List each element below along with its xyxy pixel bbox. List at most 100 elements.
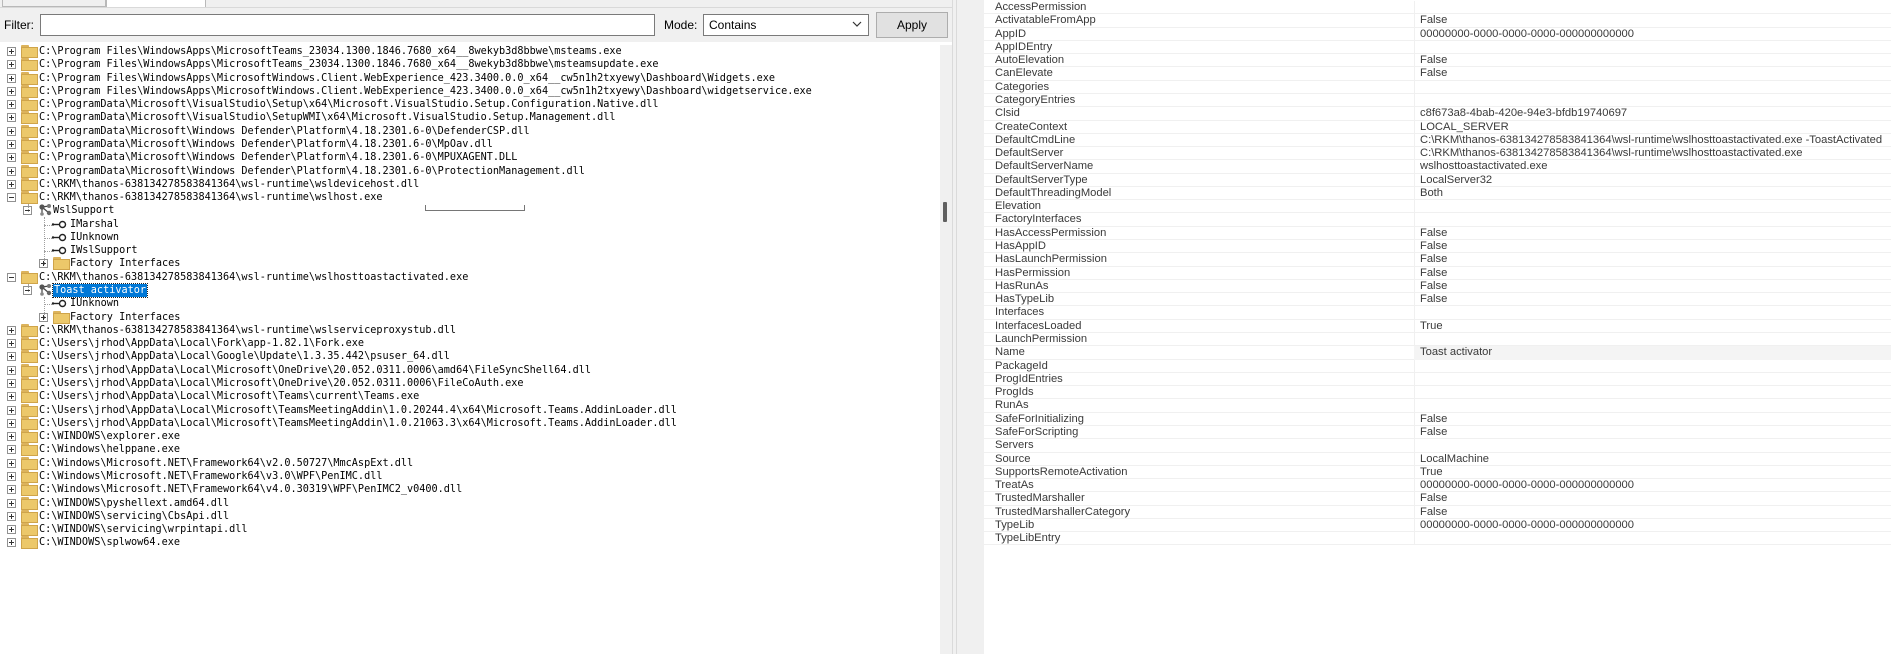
class-tree[interactable]: C:\Program Files\WindowsApps\MicrosoftTe… bbox=[0, 45, 940, 654]
property-row[interactable]: SafeForScripting False bbox=[984, 425, 1891, 440]
expand-icon[interactable] bbox=[7, 179, 16, 189]
property-row[interactable]: InterfacesLoaded True bbox=[984, 319, 1891, 333]
mode-select[interactable]: Contains bbox=[703, 14, 869, 36]
property-row[interactable]: ActivatableFromApp False bbox=[984, 14, 1891, 28]
folder-icon bbox=[21, 509, 39, 523]
property-name: HasAccessPermission bbox=[995, 226, 1107, 239]
property-row[interactable]: FactoryInterfaces bbox=[984, 213, 1891, 227]
expand-icon[interactable] bbox=[7, 139, 16, 149]
property-row[interactable]: HasRunAs False bbox=[984, 279, 1891, 294]
property-value-cell bbox=[1415, 426, 1891, 439]
expand-icon[interactable] bbox=[7, 511, 16, 521]
property-row[interactable]: Elevation bbox=[984, 200, 1891, 214]
expand-icon[interactable] bbox=[7, 392, 16, 402]
property-row[interactable]: AppIDEntry bbox=[984, 40, 1891, 55]
property-row[interactable]: SafeForInitializing False bbox=[984, 412, 1891, 426]
property-row[interactable]: TrustedMarshallerCategory False bbox=[984, 505, 1891, 519]
expand-icon[interactable] bbox=[7, 100, 16, 110]
collapse-icon[interactable] bbox=[7, 272, 16, 282]
property-name: ActivatableFromApp bbox=[995, 14, 1096, 27]
expand-icon[interactable] bbox=[7, 153, 16, 163]
property-row[interactable]: ProgIdEntries bbox=[984, 372, 1891, 387]
expand-icon[interactable] bbox=[7, 60, 16, 70]
folder-icon bbox=[21, 523, 39, 537]
tree-scrollbar[interactable] bbox=[940, 45, 952, 654]
property-row[interactable]: Name Toast activator bbox=[984, 346, 1891, 360]
property-column-divider bbox=[1414, 439, 1415, 453]
expand-icon[interactable] bbox=[7, 166, 16, 176]
tree-row-label: C:\ProgramData\Microsoft\Windows Defende… bbox=[39, 138, 493, 150]
expand-icon[interactable] bbox=[7, 113, 16, 123]
filter-input[interactable] bbox=[40, 14, 655, 36]
property-row[interactable]: TreatAs 00000000-0000-0000-0000-000000000… bbox=[984, 479, 1891, 493]
expand-icon[interactable] bbox=[7, 405, 16, 415]
tree-scrollbar-thumb[interactable] bbox=[943, 202, 947, 222]
expand-icon[interactable] bbox=[7, 525, 16, 535]
property-row[interactable]: HasLaunchPermission False bbox=[984, 253, 1891, 267]
expand-icon[interactable] bbox=[7, 339, 16, 349]
property-name: TrustedMarshallerCategory bbox=[995, 505, 1131, 518]
expand-icon[interactable] bbox=[7, 73, 16, 83]
expand-icon[interactable] bbox=[7, 325, 16, 335]
expand-icon[interactable] bbox=[7, 498, 16, 508]
folder-icon bbox=[21, 469, 39, 483]
expand-icon[interactable] bbox=[7, 47, 16, 56]
property-row[interactable]: SupportsRemoteActivation True bbox=[984, 465, 1891, 480]
expand-icon[interactable] bbox=[7, 365, 16, 375]
property-row[interactable]: HasAccessPermission False bbox=[984, 226, 1891, 241]
property-value: c8f673a8-4bab-420e-94e3-bfdb19740697 bbox=[1420, 107, 1628, 120]
expand-icon[interactable] bbox=[7, 126, 16, 136]
tab-previous[interactable] bbox=[2, 0, 106, 7]
property-row[interactable]: Categories bbox=[984, 80, 1891, 94]
property-row[interactable]: CanElevate False bbox=[984, 67, 1891, 81]
property-row[interactable]: DefaultServer C:\RKM\thanos-6381342785838… bbox=[984, 147, 1891, 161]
property-row[interactable]: DefaultThreadingModel Both bbox=[984, 186, 1891, 201]
property-value-cell bbox=[1415, 413, 1891, 426]
property-name: TypeLib bbox=[995, 518, 1035, 531]
property-row[interactable]: CategoryEntries bbox=[984, 93, 1891, 108]
property-value-cell bbox=[1415, 1, 1891, 14]
property-name: LaunchPermission bbox=[995, 333, 1088, 345]
property-row[interactable]: PackageId bbox=[984, 359, 1891, 373]
property-row[interactable]: CreateContext LOCAL_SERVER bbox=[984, 120, 1891, 134]
property-row[interactable]: AutoElevation False bbox=[984, 54, 1891, 68]
property-row[interactable]: Servers bbox=[984, 439, 1891, 453]
tab-current[interactable] bbox=[106, 0, 206, 7]
property-row[interactable]: ProgIds bbox=[984, 386, 1891, 400]
property-value-cell bbox=[1415, 67, 1891, 80]
property-row[interactable]: Source LocalMachine bbox=[984, 452, 1891, 466]
collapse-icon[interactable] bbox=[7, 193, 16, 203]
property-row[interactable]: RunAs bbox=[984, 399, 1891, 413]
tree-row[interactable]: C:\WINDOWS\splwow64.exe bbox=[0, 536, 940, 552]
property-row[interactable]: Clsid c8f673a8-4bab-420e-94e3-bfdb1974069… bbox=[984, 107, 1891, 121]
expand-icon[interactable] bbox=[7, 445, 16, 455]
property-value: False bbox=[1420, 14, 1448, 27]
expand-icon[interactable] bbox=[7, 471, 16, 481]
property-row[interactable]: DefaultCmdLine C:\RKM\thanos-638134278583… bbox=[984, 133, 1891, 148]
property-row[interactable]: AppID 00000000-0000-0000-0000-00000000000… bbox=[984, 27, 1891, 41]
property-value-cell bbox=[1415, 506, 1891, 519]
property-row[interactable]: HasTypeLib False bbox=[984, 293, 1891, 307]
apply-button[interactable]: Apply bbox=[876, 12, 948, 38]
property-row[interactable]: HasPermission False bbox=[984, 266, 1891, 280]
property-row[interactable]: DefaultServerName wslhosttoastactivated.e… bbox=[984, 160, 1891, 174]
property-row[interactable]: TypeLib 00000000-0000-0000-0000-000000000… bbox=[984, 518, 1891, 533]
expand-icon[interactable] bbox=[7, 86, 16, 96]
property-row[interactable]: LaunchPermission bbox=[984, 333, 1891, 347]
expand-icon[interactable] bbox=[7, 418, 16, 428]
expand-icon[interactable] bbox=[7, 538, 16, 548]
expand-icon[interactable] bbox=[7, 485, 16, 495]
expand-icon[interactable] bbox=[7, 352, 16, 362]
property-row[interactable]: AccessPermission bbox=[984, 1, 1891, 15]
property-row[interactable]: DefaultServerType LocalServer32 bbox=[984, 173, 1891, 187]
property-row[interactable]: HasAppID False bbox=[984, 240, 1891, 254]
expand-icon[interactable] bbox=[7, 458, 16, 468]
property-row[interactable]: TypeLibEntry bbox=[984, 532, 1891, 546]
property-row[interactable]: Interfaces bbox=[984, 306, 1891, 320]
property-row[interactable]: TrustedMarshaller False bbox=[984, 492, 1891, 506]
folder-icon bbox=[53, 310, 71, 324]
expand-icon[interactable] bbox=[7, 379, 16, 388]
property-value-cell bbox=[1415, 466, 1891, 479]
expand-icon[interactable] bbox=[7, 432, 16, 442]
property-value: False bbox=[1420, 67, 1448, 80]
